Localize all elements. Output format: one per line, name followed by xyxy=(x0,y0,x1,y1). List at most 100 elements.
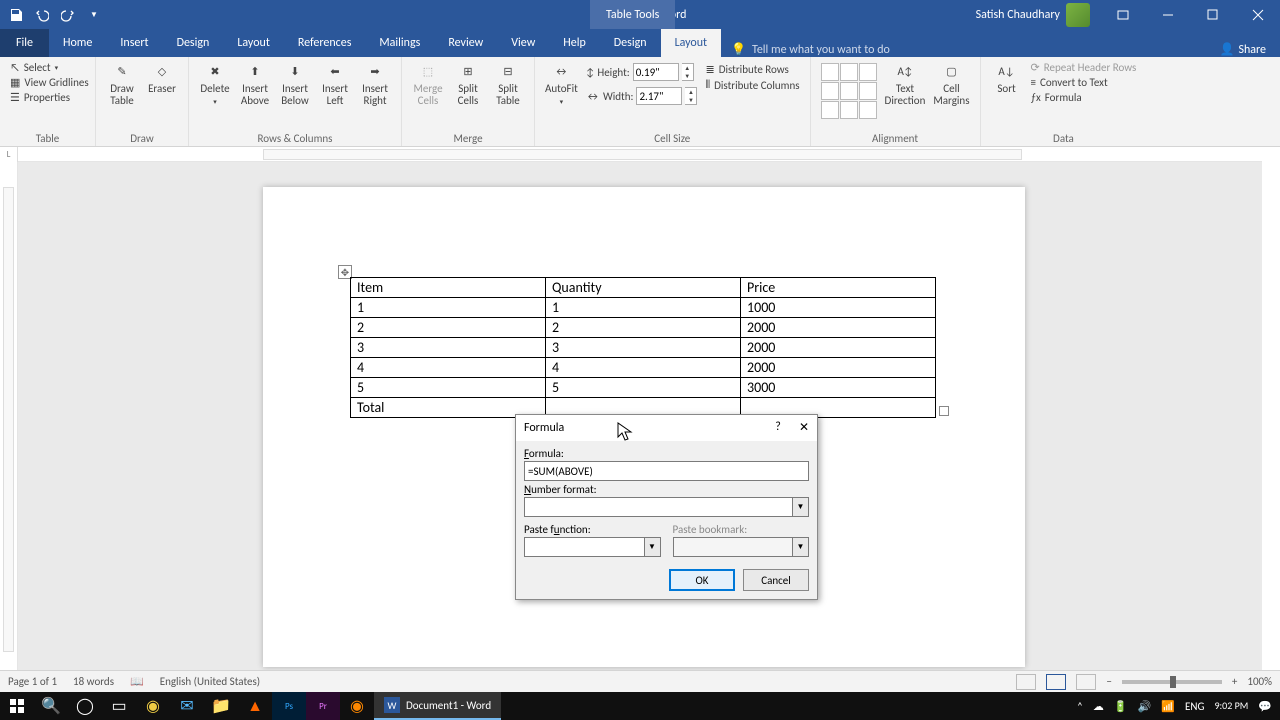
height-spinner[interactable]: ↕ Height: ▲▼ xyxy=(586,63,698,81)
cancel-button[interactable]: Cancel xyxy=(743,569,809,591)
explorer-icon[interactable]: 📁 xyxy=(204,692,238,720)
text-direction-button[interactable]: A↕Text Direction xyxy=(881,59,930,109)
align-tl[interactable] xyxy=(821,63,839,81)
ruler-corner[interactable]: L xyxy=(0,147,18,162)
zoom-level[interactable]: 100% xyxy=(1247,675,1272,688)
eraser-button[interactable]: ◇Eraser xyxy=(142,59,182,97)
tab-design[interactable]: Design xyxy=(163,29,224,57)
vlc-icon[interactable]: ▲ xyxy=(238,692,272,720)
table-resize-handle-icon[interactable] xyxy=(939,406,949,416)
repeat-headers-button[interactable]: ⟳Repeat Header Rows xyxy=(1031,61,1137,74)
sort-button[interactable]: A↓Sort xyxy=(987,59,1027,97)
tab-table-layout[interactable]: Layout xyxy=(661,29,722,57)
tray-up-icon[interactable]: ˄ xyxy=(1077,700,1083,713)
premiere-icon[interactable]: Pr xyxy=(306,692,340,720)
insert-below-button[interactable]: ⬇Insert Below xyxy=(275,59,315,109)
formula-button[interactable]: ƒxFormula xyxy=(1031,91,1137,104)
delete-button[interactable]: ✖Delete▾ xyxy=(195,59,235,108)
zoom-slider[interactable] xyxy=(1122,680,1222,684)
save-icon[interactable] xyxy=(8,7,24,23)
insert-left-button[interactable]: ⬅Insert Left xyxy=(315,59,355,109)
cell-margins-button[interactable]: ▢Cell Margins xyxy=(929,59,973,109)
undo-icon[interactable] xyxy=(34,7,50,23)
minimize-icon[interactable] xyxy=(1145,0,1190,29)
align-tr[interactable] xyxy=(859,63,877,81)
clock[interactable]: 9:02 PM xyxy=(1214,701,1248,711)
photoshop-icon[interactable]: Ps xyxy=(272,692,306,720)
language-icon[interactable]: ENG xyxy=(1185,700,1204,713)
user-account[interactable]: Satish Chaudhary xyxy=(966,3,1100,27)
autofit-button[interactable]: ↔AutoFit▾ xyxy=(541,59,582,108)
table-header-cell[interactable]: Quantity xyxy=(546,278,741,298)
horizontal-ruler[interactable] xyxy=(18,147,1262,162)
volume-icon[interactable]: 🔊 xyxy=(1138,700,1152,713)
read-mode-icon[interactable] xyxy=(1016,674,1036,690)
chrome-icon[interactable]: ◉ xyxy=(136,692,170,720)
table-header-cell[interactable]: Item xyxy=(351,278,546,298)
tab-view[interactable]: View xyxy=(497,29,549,57)
tab-insert[interactable]: Insert xyxy=(106,29,162,57)
web-layout-icon[interactable] xyxy=(1076,674,1096,690)
distribute-columns-button[interactable]: ⫴Distribute Columns xyxy=(705,78,799,92)
merge-cells-button[interactable]: ⬚Merge Cells xyxy=(408,59,448,109)
distribute-rows-button[interactable]: ≣Distribute Rows xyxy=(705,63,799,76)
vertical-ruler[interactable] xyxy=(0,162,18,692)
tab-help[interactable]: Help xyxy=(549,29,600,57)
dialog-titlebar[interactable]: Formula ? ✕ xyxy=(516,415,817,441)
redo-icon[interactable] xyxy=(60,7,76,23)
document-table[interactable]: Item Quantity Price 111000 222000 332000… xyxy=(350,277,936,418)
zoom-out-icon[interactable]: − xyxy=(1106,675,1111,688)
formula-input[interactable] xyxy=(524,461,809,481)
qat-dropdown-icon[interactable]: ▼ xyxy=(86,7,102,23)
share-button[interactable]: 👤 Share xyxy=(1205,42,1280,57)
align-mr[interactable] xyxy=(859,82,877,100)
table-header-cell[interactable]: Price xyxy=(741,278,936,298)
tab-references[interactable]: References xyxy=(284,29,366,57)
align-bl[interactable] xyxy=(821,101,839,119)
search-icon[interactable]: 🔍 xyxy=(34,692,68,720)
properties-button[interactable]: ☰Properties xyxy=(10,91,89,104)
tab-file[interactable]: File xyxy=(0,29,49,57)
align-mc[interactable] xyxy=(840,82,858,100)
zoom-in-icon[interactable]: + xyxy=(1232,675,1237,688)
convert-to-text-button[interactable]: ≡Convert to Text xyxy=(1031,76,1137,89)
spellcheck-icon[interactable]: 📖 xyxy=(130,675,144,688)
cortana-icon[interactable]: ◯ xyxy=(68,692,102,720)
action-center-icon[interactable]: 💬 xyxy=(1258,700,1272,713)
tab-layout[interactable]: Layout xyxy=(223,29,284,57)
ok-button[interactable]: OK xyxy=(669,569,735,591)
page-indicator[interactable]: Page 1 of 1 xyxy=(8,675,57,688)
tab-table-design[interactable]: Design xyxy=(600,29,661,57)
dialog-close-icon[interactable]: ✕ xyxy=(793,417,815,437)
mail-icon[interactable]: ✉ xyxy=(170,692,204,720)
draw-table-button[interactable]: ✎Draw Table xyxy=(102,59,142,109)
align-bc[interactable] xyxy=(840,101,858,119)
language-indicator[interactable]: English (United States) xyxy=(160,675,260,688)
align-br[interactable] xyxy=(859,101,877,119)
paste-function-input[interactable] xyxy=(524,537,661,557)
maximize-icon[interactable] xyxy=(1190,0,1235,29)
split-table-button[interactable]: ⊟Split Table xyxy=(488,59,528,109)
tab-review[interactable]: Review xyxy=(434,29,497,57)
onedrive-icon[interactable]: ☁ xyxy=(1093,700,1104,713)
wifi-icon[interactable]: 📶 xyxy=(1161,700,1175,713)
app-icon[interactable]: ◉ xyxy=(340,692,374,720)
paste-function-dropdown-icon[interactable]: ▼ xyxy=(644,538,660,556)
align-ml[interactable] xyxy=(821,82,839,100)
ribbon-display-options-icon[interactable] xyxy=(1100,0,1145,29)
height-input[interactable] xyxy=(633,63,679,81)
dialog-help-icon[interactable]: ? xyxy=(767,417,789,437)
width-input[interactable] xyxy=(636,87,682,105)
tab-mailings[interactable]: Mailings xyxy=(365,29,434,57)
task-view-icon[interactable]: ▭ xyxy=(102,692,136,720)
tell-me-search[interactable]: 💡 Tell me what you want to do xyxy=(731,42,890,57)
number-format-input[interactable] xyxy=(524,497,809,517)
insert-above-button[interactable]: ⬆Insert Above xyxy=(235,59,275,109)
number-format-dropdown-icon[interactable]: ▼ xyxy=(792,498,808,516)
word-count[interactable]: 18 words xyxy=(73,675,114,688)
start-icon[interactable] xyxy=(0,692,34,720)
taskbar-word[interactable]: W Document1 - Word xyxy=(374,692,501,720)
width-spinner[interactable]: ↔ Width: ▲▼ xyxy=(586,87,698,105)
split-cells-button[interactable]: ⊞Split Cells xyxy=(448,59,488,109)
insert-right-button[interactable]: ➡Insert Right xyxy=(355,59,395,109)
